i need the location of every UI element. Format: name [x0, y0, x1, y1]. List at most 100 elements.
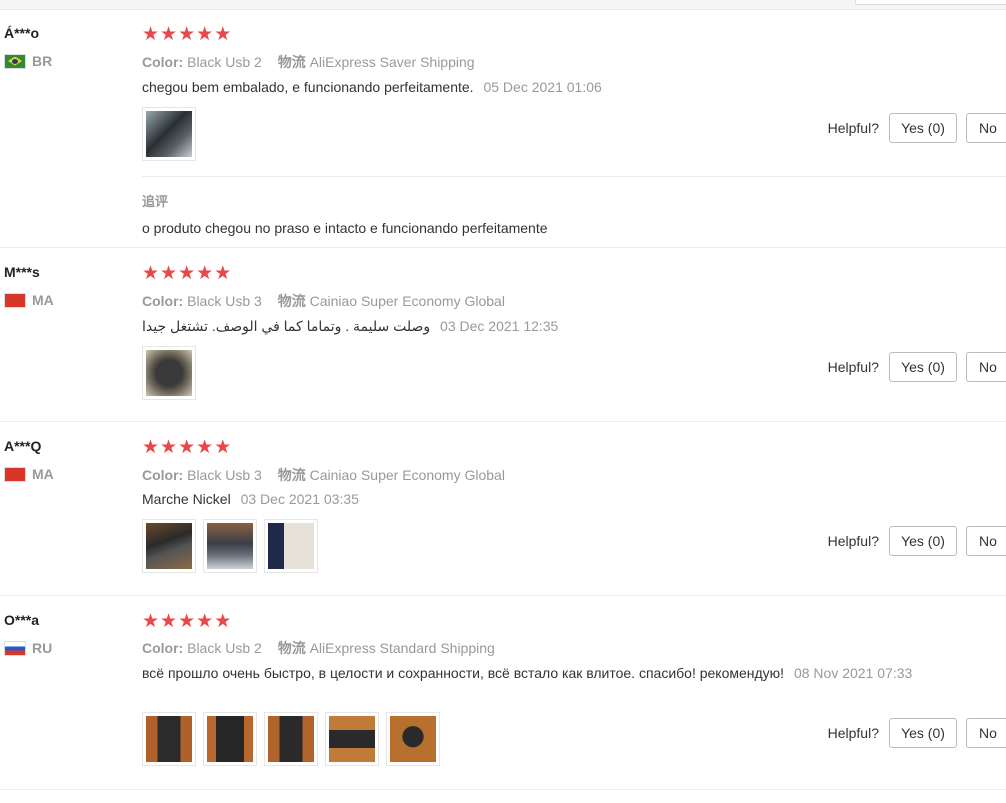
- helpful-no-button[interactable]: No: [966, 718, 1006, 748]
- review-meta: Color: Black Usb 2 物流 AliExpress Standar…: [142, 638, 495, 658]
- star-icon: ★: [160, 263, 178, 284]
- followup-text: o produto chegou no praso e intacto e fu…: [142, 220, 548, 236]
- country-code: MA: [32, 466, 54, 482]
- color-value: Black Usb 3: [187, 467, 262, 483]
- review-photos: [142, 346, 203, 400]
- followup-divider: [142, 176, 1006, 177]
- star-icon: ★: [214, 263, 232, 284]
- reviewer-name: O***a: [4, 612, 40, 628]
- helpful-no-button[interactable]: No: [966, 352, 1006, 382]
- flag-morocco-icon: [4, 466, 26, 482]
- shipping-label: 物流: [277, 293, 306, 309]
- review-photo-thumbnail[interactable]: [203, 519, 257, 573]
- review-content: chegou bem embalado, e funcionando perfe…: [142, 77, 602, 97]
- helpful-label: Helpful?: [827, 120, 879, 136]
- star-rating: ★ ★ ★ ★ ★: [142, 437, 232, 458]
- helpful-yes-button[interactable]: Yes (0): [889, 113, 957, 143]
- reviewer-country: MA: [4, 292, 54, 308]
- star-icon: ★: [142, 24, 160, 45]
- star-icon: ★: [196, 611, 214, 632]
- star-icon: ★: [160, 437, 178, 458]
- helpful-vote: Helpful? Yes (0) No: [828, 718, 1006, 748]
- star-icon: ★: [178, 263, 196, 284]
- review-text: وصلت سليمة . وتماما كما في الوصف. تشتغل …: [142, 318, 431, 334]
- color-value: Black Usb 2: [187, 640, 262, 656]
- color-label: Color:: [142, 467, 184, 483]
- helpful-vote: Helpful? Yes (0) No: [828, 352, 1006, 382]
- followup-label: 追评: [142, 194, 169, 209]
- color-label: Color:: [142, 640, 184, 656]
- review-item: O***a RU ★ ★ ★ ★ ★ Color: Black Usb 2 物流 Ali…: [0, 596, 1006, 790]
- review-date: 08 Nov 2021 07:33: [793, 665, 913, 681]
- review-photo-thumbnail[interactable]: [325, 712, 379, 766]
- helpful-yes-button[interactable]: Yes (0): [889, 718, 957, 748]
- review-photo-thumbnail[interactable]: [203, 712, 257, 766]
- star-icon: ★: [214, 24, 232, 45]
- star-icon: ★: [214, 437, 232, 458]
- review-photo-thumbnail[interactable]: [264, 519, 318, 573]
- star-icon: ★: [178, 611, 196, 632]
- helpful-vote: Helpful? Yes (0) No: [828, 526, 1006, 556]
- review-photo-thumbnail[interactable]: [142, 107, 196, 161]
- star-icon: ★: [214, 611, 232, 632]
- star-icon: ★: [196, 263, 214, 284]
- helpful-no-button[interactable]: No: [966, 113, 1006, 143]
- shipping-value: Cainiao Super Economy Global: [309, 293, 505, 309]
- reviewer-country: BR: [4, 53, 52, 69]
- review-photo-thumbnail[interactable]: [142, 346, 196, 400]
- review-divider: [0, 789, 1006, 790]
- helpful-vote: Helpful? Yes (0) No: [828, 113, 1006, 143]
- star-icon: ★: [196, 24, 214, 45]
- helpful-yes-button[interactable]: Yes (0): [889, 352, 957, 382]
- color-label: Color:: [142, 293, 184, 309]
- helpful-label: Helpful?: [827, 725, 879, 741]
- helpful-yes-button[interactable]: Yes (0): [889, 526, 957, 556]
- reviewer-name: A***Q: [4, 438, 42, 454]
- review-item: Á***o BR ★ ★ ★ ★ ★ Color: Black Usb 2 物流 Ali…: [0, 10, 1006, 248]
- review-content: وصلت سليمة . وتماما كما في الوصف. تشتغل …: [142, 316, 558, 336]
- reviewer-country: RU: [4, 640, 52, 656]
- shipping-value: AliExpress Standard Shipping: [309, 640, 495, 656]
- review-meta: Color: Black Usb 2 物流 AliExpress Saver S…: [142, 52, 475, 72]
- top-bar: [0, 0, 1006, 10]
- reviewer-country: MA: [4, 466, 54, 482]
- review-photo-thumbnail[interactable]: [264, 712, 318, 766]
- review-meta: Color: Black Usb 3 物流 Cainiao Super Econ…: [142, 465, 505, 485]
- reviewer-name: Á***o: [4, 25, 40, 41]
- review-content: Marche Nickel 03 Dec 2021 03:35: [142, 489, 359, 509]
- review-photo-thumbnail[interactable]: [142, 712, 196, 766]
- star-rating: ★ ★ ★ ★ ★: [142, 263, 232, 284]
- review-photos: [142, 519, 325, 573]
- flag-russia-icon: [4, 640, 26, 656]
- review-photo-thumbnail[interactable]: [142, 519, 196, 573]
- review-text: Marche Nickel: [142, 491, 231, 507]
- review-content: всё прошло очень быстро, в целости и сох…: [142, 663, 942, 683]
- color-label: Color:: [142, 54, 184, 70]
- flag-morocco-icon: [4, 292, 26, 308]
- review-meta: Color: Black Usb 3 物流 Cainiao Super Econ…: [142, 291, 505, 311]
- shipping-label: 物流: [277, 640, 306, 656]
- star-icon: ★: [178, 437, 196, 458]
- review-date: 05 Dec 2021 01:06: [483, 79, 602, 95]
- country-code: RU: [32, 640, 53, 656]
- review-item: M***s MA ★ ★ ★ ★ ★ Color: Black Usb 3 物流 Cai…: [0, 248, 1006, 422]
- star-rating: ★ ★ ★ ★ ★: [142, 24, 232, 45]
- star-icon: ★: [142, 437, 160, 458]
- helpful-label: Helpful?: [827, 533, 879, 549]
- color-value: Black Usb 3: [187, 293, 262, 309]
- flag-brazil-icon: [4, 53, 26, 69]
- star-icon: ★: [160, 24, 178, 45]
- review-photo-thumbnail[interactable]: [386, 712, 440, 766]
- helpful-no-button[interactable]: No: [966, 526, 1006, 556]
- review-date: 03 Dec 2021 12:35: [440, 318, 559, 334]
- color-value: Black Usb 2: [187, 54, 262, 70]
- helpful-label: Helpful?: [827, 359, 879, 375]
- star-icon: ★: [142, 611, 160, 632]
- star-icon: ★: [178, 24, 196, 45]
- star-icon: ★: [160, 611, 178, 632]
- review-text: всё прошло очень быстро, в целости и сох…: [142, 665, 785, 681]
- star-rating: ★ ★ ★ ★ ★: [142, 611, 232, 632]
- top-search-box[interactable]: [855, 0, 1006, 5]
- shipping-value: Cainiao Super Economy Global: [309, 467, 505, 483]
- country-code: MA: [32, 292, 54, 308]
